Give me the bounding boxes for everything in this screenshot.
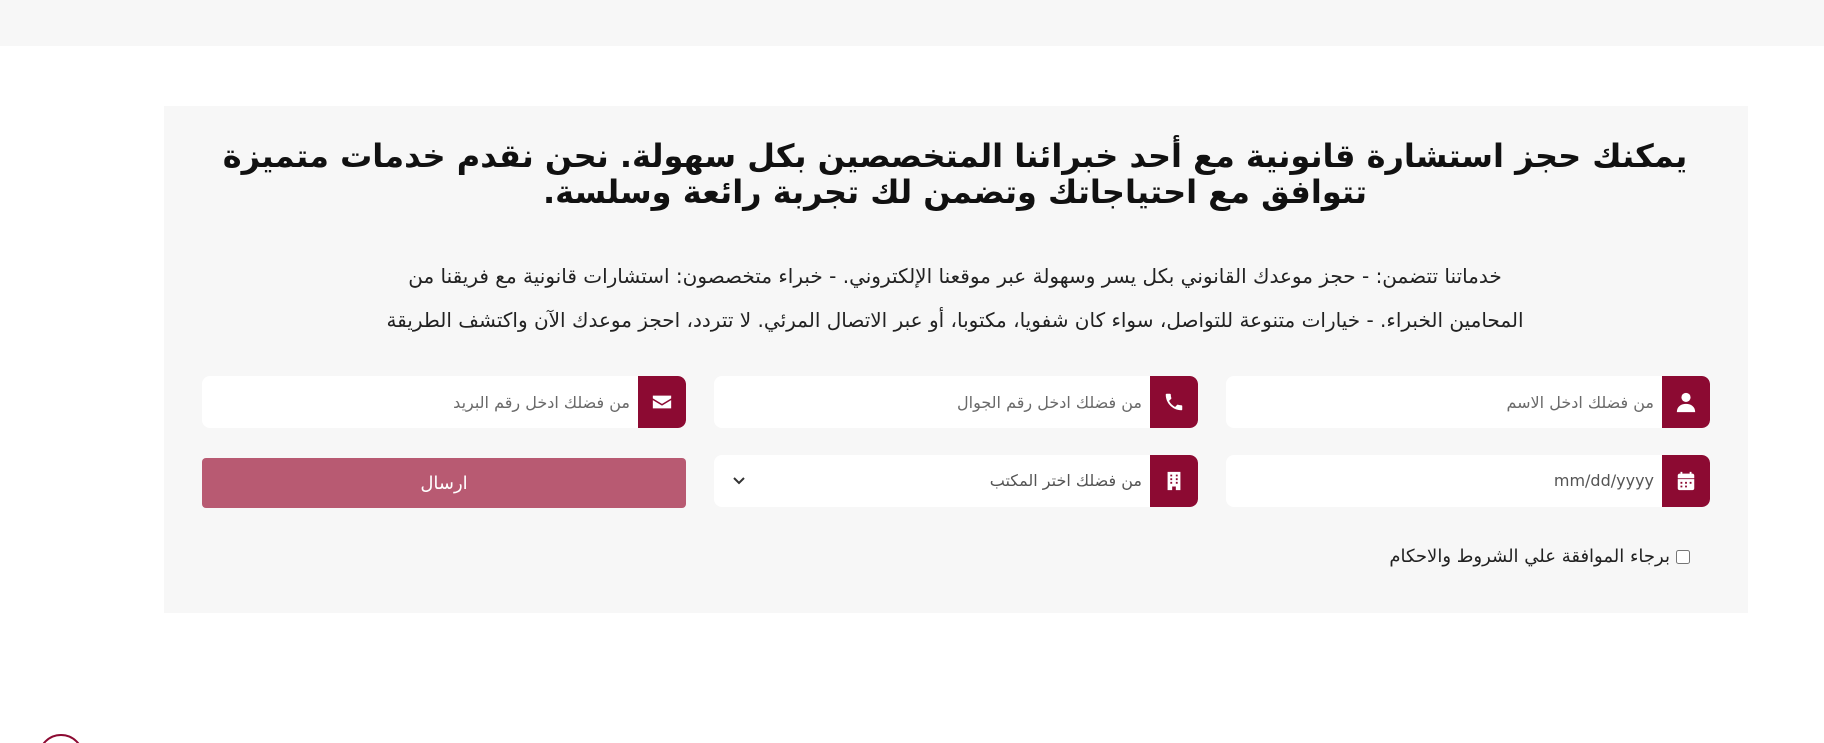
envelope-icon — [638, 376, 686, 428]
chevron-down-icon — [733, 477, 745, 485]
office-select-value: من فضلك اختر المكتب — [989, 471, 1142, 490]
date-field[interactable]: mm/dd/yyyy — [1226, 455, 1710, 507]
submit-button[interactable]: ارسال — [202, 458, 686, 508]
terms-label: برجاء الموافقة علي الشروط والاحكام — [1389, 546, 1670, 567]
terms-agreement[interactable]: برجاء الموافقة علي الشروط والاحكام — [1389, 546, 1690, 567]
scroll-top-button[interactable] — [38, 734, 84, 743]
phone-icon — [1150, 376, 1198, 428]
date-input[interactable]: mm/dd/yyyy — [1554, 455, 1654, 507]
email-input[interactable] — [202, 376, 638, 428]
name-field[interactable] — [1226, 376, 1710, 428]
email-field[interactable] — [202, 376, 686, 428]
user-icon — [1662, 376, 1710, 428]
office-select[interactable]: من فضلك اختر المكتب — [714, 455, 1198, 507]
name-input[interactable] — [1226, 376, 1662, 428]
headline: يمكنك حجز استشارة قانونية مع أحد خبرائنا… — [222, 137, 1688, 211]
top-bar — [0, 0, 1824, 46]
services-description: خدماتنا تتضمن: - حجز موعدك القانوني بكل … — [386, 264, 1524, 332]
terms-checkbox[interactable] — [1676, 549, 1690, 564]
phone-field[interactable] — [714, 376, 1198, 428]
building-icon — [1150, 455, 1198, 507]
calendar-icon — [1662, 455, 1710, 507]
phone-input[interactable] — [714, 376, 1150, 428]
